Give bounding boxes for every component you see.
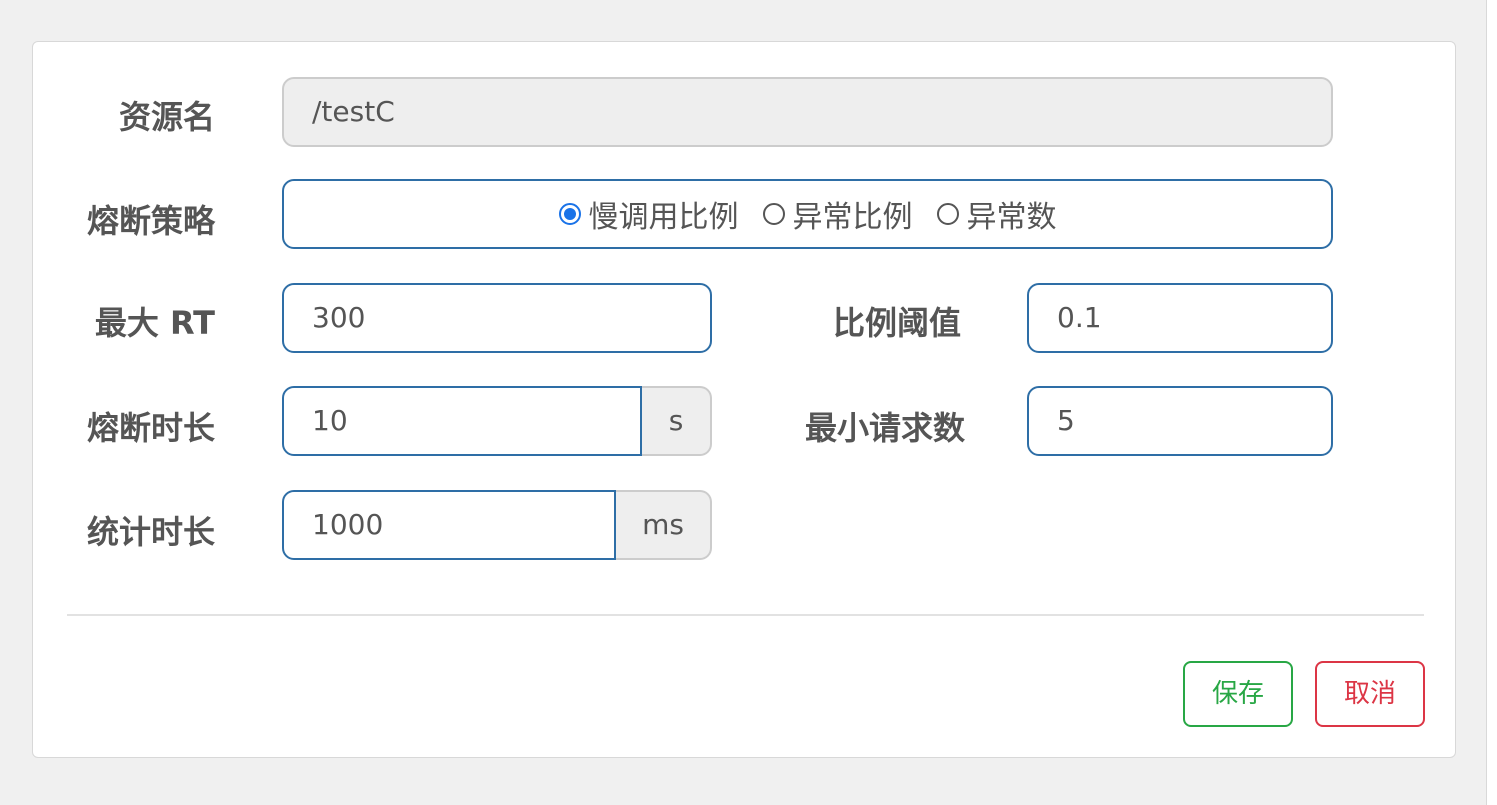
resource-name-field: /testC (282, 77, 1333, 147)
break-duration-input[interactable]: 10 (282, 386, 642, 456)
stat-duration-input[interactable]: 1000 (282, 490, 616, 560)
strategy-label: 熔断策略 (86, 202, 215, 240)
cancel-button[interactable]: 取消 (1315, 661, 1425, 727)
footer-divider (67, 614, 1424, 616)
break-duration-label: 熔断时长 (86, 409, 215, 447)
break-duration-unit: s (642, 386, 712, 456)
background-panel-edge (1486, 0, 1497, 805)
radio-slow-ratio[interactable]: 慢调用比例 (558, 192, 739, 236)
radio-slow-ratio-label: 慢调用比例 (588, 200, 739, 235)
radio-exception-ratio-label: 异常比例 (792, 200, 913, 235)
radio-checked-icon[interactable] (558, 203, 581, 225)
ratio-threshold-label: 比例阈值 (832, 304, 961, 342)
radio-exception-count[interactable]: 异常数 (936, 192, 1057, 236)
radio-exception-count-label: 异常数 (966, 200, 1057, 235)
radio-unchecked-icon[interactable] (762, 203, 785, 225)
resource-name-label: 资源名 (118, 98, 215, 136)
ratio-threshold-input[interactable]: 0.1 (1027, 283, 1333, 353)
strategy-radio-group: 慢调用比例 异常比例 异常数 (282, 179, 1333, 249)
min-requests-label: 最小请求数 (804, 409, 965, 447)
radio-unchecked-icon[interactable] (936, 203, 959, 225)
max-rt-label: 最大 RT (94, 304, 215, 342)
stat-duration-unit: ms (616, 490, 712, 560)
max-rt-input[interactable]: 300 (282, 283, 712, 353)
radio-exception-ratio[interactable]: 异常比例 (762, 192, 913, 236)
min-requests-input[interactable]: 5 (1027, 386, 1333, 456)
stat-duration-label: 统计时长 (86, 513, 215, 551)
save-button[interactable]: 保存 (1183, 661, 1293, 727)
degrade-rule-dialog: 资源名 /testC 熔断策略 慢调用比例 异常比例 异常数 最大 RT 300… (32, 41, 1456, 758)
